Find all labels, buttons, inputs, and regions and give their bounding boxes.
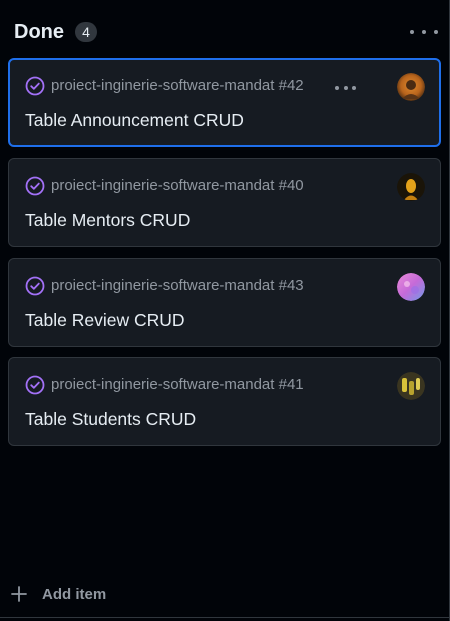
card-repo-link[interactable]: proiect-inginerie-software-mandat #41	[51, 376, 304, 394]
board-column-done: Done 4 proiect-inginerie-software-mandat…	[0, 0, 450, 621]
issue-closed-check-icon	[25, 276, 45, 296]
card-menu-button[interactable]	[335, 85, 356, 91]
card-title[interactable]: Table Students CRUD	[25, 408, 196, 430]
assignee-avatar[interactable]	[397, 372, 425, 400]
card-repo-link[interactable]: proiect-inginerie-software-mandat #40	[51, 177, 304, 195]
issue-closed-check-icon	[25, 375, 45, 395]
card-title[interactable]: Table Announcement CRUD	[25, 109, 244, 131]
add-item-button[interactable]: Add item	[10, 580, 106, 608]
card-item[interactable]: proiect-inginerie-software-mandat #43 Ta…	[8, 258, 441, 347]
column-item-count: 4	[75, 22, 97, 42]
card-item[interactable]: proiect-inginerie-software-mandat #41 Ta…	[8, 357, 441, 446]
plus-icon	[11, 586, 27, 602]
issue-closed-check-icon	[25, 76, 45, 96]
issue-closed-check-icon	[25, 176, 45, 196]
card-item[interactable]: proiect-inginerie-software-mandat #40 Ta…	[8, 158, 441, 247]
kebab-horizontal-icon	[410, 30, 414, 34]
column-header: Done 4	[0, 0, 450, 62]
card-repo-link[interactable]: proiect-inginerie-software-mandat #43	[51, 277, 304, 295]
assignee-avatar[interactable]	[397, 173, 425, 201]
kebab-dot	[434, 30, 438, 34]
card-item[interactable]: proiect-inginerie-software-mandat #42 Ta…	[8, 58, 441, 147]
kebab-dot	[422, 30, 426, 34]
assignee-avatar[interactable]	[397, 273, 425, 301]
divider	[0, 617, 450, 618]
card-title[interactable]: Table Mentors CRUD	[25, 209, 190, 231]
card-title[interactable]: Table Review CRUD	[25, 309, 185, 331]
add-item-label: Add item	[42, 585, 107, 603]
column-menu-button[interactable]	[410, 22, 438, 42]
kebab-horizontal-icon	[335, 86, 339, 90]
assignee-avatar[interactable]	[397, 73, 425, 101]
kebab-dot	[352, 86, 356, 90]
kebab-dot	[343, 86, 348, 90]
card-repo-link[interactable]: proiect-inginerie-software-mandat #42	[51, 77, 304, 95]
column-title: Done	[14, 21, 64, 43]
